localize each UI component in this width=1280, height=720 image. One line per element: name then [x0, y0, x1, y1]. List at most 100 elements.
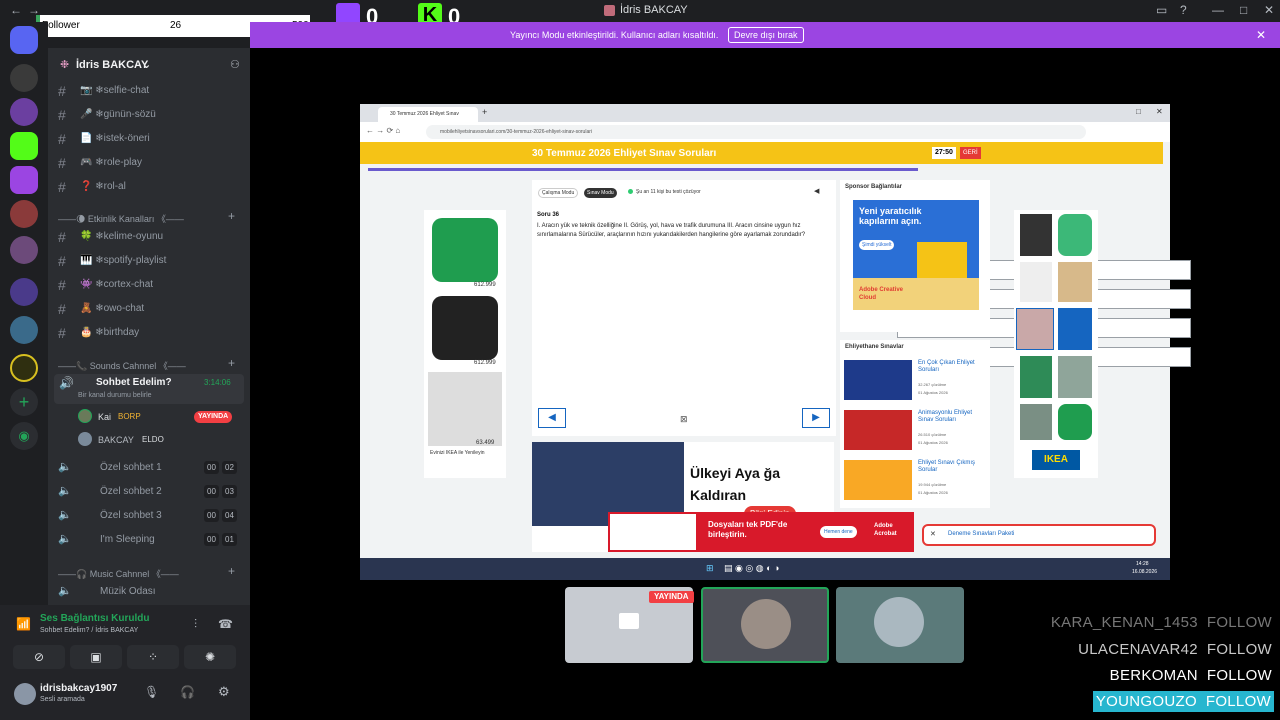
add-server-icon[interactable]: +: [10, 388, 38, 416]
server-folder-icon[interactable]: [10, 278, 38, 306]
address-bar[interactable]: mobilehliyetsinavsorulari.com/30-temmuz-…: [426, 125, 1086, 139]
server-badge-icon: ❉: [60, 59, 70, 71]
add-channel-icon[interactable]: +: [228, 564, 235, 578]
voice-user-tag: BORP: [118, 412, 141, 421]
adobe-cta-button[interactable]: Şimdi yükselt: [859, 240, 895, 250]
screen-share-view[interactable]: 30 Temmuz 2026 Ehliyet Sınav + □ ✕ ← → ⟳…: [360, 104, 1191, 580]
back-button[interactable]: GERİ: [960, 147, 981, 159]
channel-item[interactable]: # 🧸 ❄owo-chat: [58, 298, 246, 320]
server-folder-icon[interactable]: [10, 316, 38, 344]
minimize-icon[interactable]: —: [1212, 3, 1224, 17]
disable-streamer-mode-button[interactable]: Devre dışı bırak: [728, 27, 804, 43]
acrobat-cta-button[interactable]: Hemen dene: [820, 526, 857, 538]
server-header[interactable]: ❉ İdris BAKCAY ⌄ ⚇: [58, 57, 246, 75]
product-image: [1058, 356, 1092, 398]
discover-icon[interactable]: ◉: [10, 422, 38, 450]
voice-channel-item[interactable]: 🔈 I'm Sleeping 00 01: [58, 529, 246, 551]
voice-connected-status[interactable]: Ses Bağlantısı Kuruldu: [40, 613, 149, 624]
avatar[interactable]: [14, 683, 36, 705]
settings-gear-icon[interactable]: ⚙: [218, 684, 230, 700]
live-info: Şu an 11 kişi bu testi çözüyor: [636, 189, 701, 195]
exam-list-item[interactable]: En Çok Çıkan Ehliyet Soruları 32.267 çöz…: [844, 360, 986, 404]
sound-icon[interactable]: ◀: [814, 187, 819, 195]
category-sounds[interactable]: ——📞 Sounds Cahnnel 《——: [58, 359, 186, 372]
voice-channel-item[interactable]: 🔈 Müzik Odası: [58, 581, 246, 603]
new-tab-icon[interactable]: +: [482, 107, 487, 117]
soundboard-button[interactable]: ✺: [184, 645, 236, 669]
channel-item[interactable]: # ❓ ❄rol-al: [58, 176, 246, 198]
server-icon[interactable]: [10, 166, 38, 194]
next-question-button[interactable]: ▶: [802, 408, 830, 428]
add-member-icon[interactable]: ⚇: [230, 58, 240, 71]
exam-mode-button[interactable]: Sınav Modu: [584, 188, 617, 198]
stream-thumbnail[interactable]: YAYINDA: [565, 587, 694, 663]
ikea-ad-right[interactable]: IKEA: [1014, 210, 1098, 478]
browser-nav-icons[interactable]: ← → ⟳ ⌂: [366, 126, 400, 135]
server-icon[interactable]: [10, 64, 38, 92]
close-icon[interactable]: ✕: [1264, 3, 1274, 17]
voice-channel-item[interactable]: 🔈 Özel sohbet 2 00 03: [58, 481, 246, 503]
category-music[interactable]: ——🎧 Music Cahnnel 《——: [58, 567, 179, 580]
banner-close-icon[interactable]: ✕: [1256, 28, 1266, 42]
noise-suppression-icon[interactable]: ⫶: [194, 617, 197, 632]
taskbar-apps-icons[interactable]: ▤ ◉ ◎ ◍ ◐ ◑: [724, 563, 779, 574]
windows-start-icon[interactable]: ⊞: [706, 563, 714, 574]
activities-button[interactable]: ⁘: [127, 645, 179, 669]
category-activity[interactable]: ——🌘 Etkinlik Kanalları 《——: [58, 212, 184, 225]
deneme-close-icon[interactable]: ✕: [930, 530, 936, 538]
active-voice-channel[interactable]: 🔊 Sohbet Edelim? 3:14:06 Bir kanal durum…: [54, 374, 244, 404]
server-icon[interactable]: [10, 98, 38, 126]
browser-close-icon[interactable]: ✕: [1156, 107, 1163, 116]
previous-question-button[interactable]: ◀: [538, 408, 566, 428]
acrobat-banner[interactable]: Dosyaları tek PDF'de birleştirin. Hemen …: [608, 512, 914, 552]
adobe-ad[interactable]: Yeni yaratıcılık kapılarını açın. Şimdi …: [853, 200, 979, 310]
disconnect-icon[interactable]: ☎: [218, 617, 233, 631]
browser-tab[interactable]: 30 Temmuz 2026 Ehliyet Sınav: [378, 107, 478, 122]
adobe-brand: Adobe Creative Cloud: [859, 287, 904, 301]
inbox-icon[interactable]: ▭: [1156, 3, 1167, 17]
deneme-banner[interactable]: ✕ Deneme Sınavları Paketi: [922, 524, 1156, 546]
channel-item[interactable]: # 🎤 ❄günün-sözü: [58, 104, 246, 126]
server-folder-icon[interactable]: [10, 200, 38, 228]
fullscreen-icon[interactable]: ⊠: [680, 414, 688, 425]
discord-home-icon[interactable]: [10, 26, 38, 54]
maximize-icon[interactable]: □: [1240, 3, 1247, 17]
browser-maximize-icon[interactable]: □: [1136, 107, 1141, 116]
exam-list-title: Ehliyethane Sınavlar: [845, 344, 904, 350]
voice-location[interactable]: Sohbet Edelim? / İdris BAKCAY: [40, 627, 138, 634]
participant-tile[interactable]: [701, 587, 829, 663]
channel-item[interactable]: # 📄 ❄istek-öneri: [58, 128, 246, 150]
camera-off-button[interactable]: ⊘: [13, 645, 65, 669]
practice-mode-button[interactable]: Çalışma Modu: [538, 188, 579, 198]
server-icon[interactable]: [10, 132, 38, 160]
participant-tile[interactable]: [836, 587, 964, 663]
product-image: [1058, 404, 1092, 440]
channel-item[interactable]: # 🎮 ❄role-play: [58, 152, 246, 174]
add-channel-icon[interactable]: +: [228, 356, 235, 370]
headphones-icon[interactable]: 🎧: [180, 685, 195, 699]
voice-user[interactable]: BAKCAY ELDO: [78, 432, 244, 450]
voice-channel-item[interactable]: 🔈 Özel sohbet 1 00 02: [58, 457, 246, 479]
channel-item[interactable]: # 🎹 ❄spotify-playlist: [58, 250, 246, 272]
channel-item[interactable]: # 🍀 ❄kelime-oyunu: [58, 226, 246, 248]
server-folder-icon[interactable]: [10, 236, 38, 264]
channel-item[interactable]: # 🎂 ❄birthday: [58, 322, 246, 344]
ikea-caption: Evinizi IKEA ile Yenileyin: [430, 450, 485, 456]
window-title: İdris BAKCAY: [620, 4, 688, 16]
channel-item[interactable]: # 👾 ❄cortex-chat: [58, 274, 246, 296]
screen-share-button[interactable]: ▣: [70, 645, 122, 669]
price-label: 612.999: [474, 360, 496, 366]
voice-channel-item[interactable]: 🔈 Özel sohbet 3 00 04: [58, 505, 246, 527]
voice-status-text[interactable]: Bir kanal durumu belirle: [78, 392, 152, 399]
add-channel-icon[interactable]: +: [228, 209, 235, 223]
back-arrow-icon[interactable]: ←: [10, 3, 22, 17]
exam-list-item[interactable]: Ehliyet Sınavı Çıkmış Sorular 19.944 çöz…: [844, 460, 986, 504]
help-icon[interactable]: ?: [1180, 3, 1187, 17]
exam-list-item[interactable]: Animasyonlu Ehliyet Sınav Soruları 26.51…: [844, 410, 986, 454]
ikea-logo: IKEA: [1032, 450, 1080, 470]
microphone-icon[interactable]: 🎙: [144, 685, 159, 699]
server-icon[interactable]: [10, 354, 38, 382]
ikea-ad-left[interactable]: 612.999 612.999 63.499 Evinizi IKEA ile …: [424, 210, 506, 478]
voice-user[interactable]: Kai BORP YAYINDA: [78, 409, 244, 427]
channel-item[interactable]: # 📷 ❄selfie-chat: [58, 80, 246, 102]
